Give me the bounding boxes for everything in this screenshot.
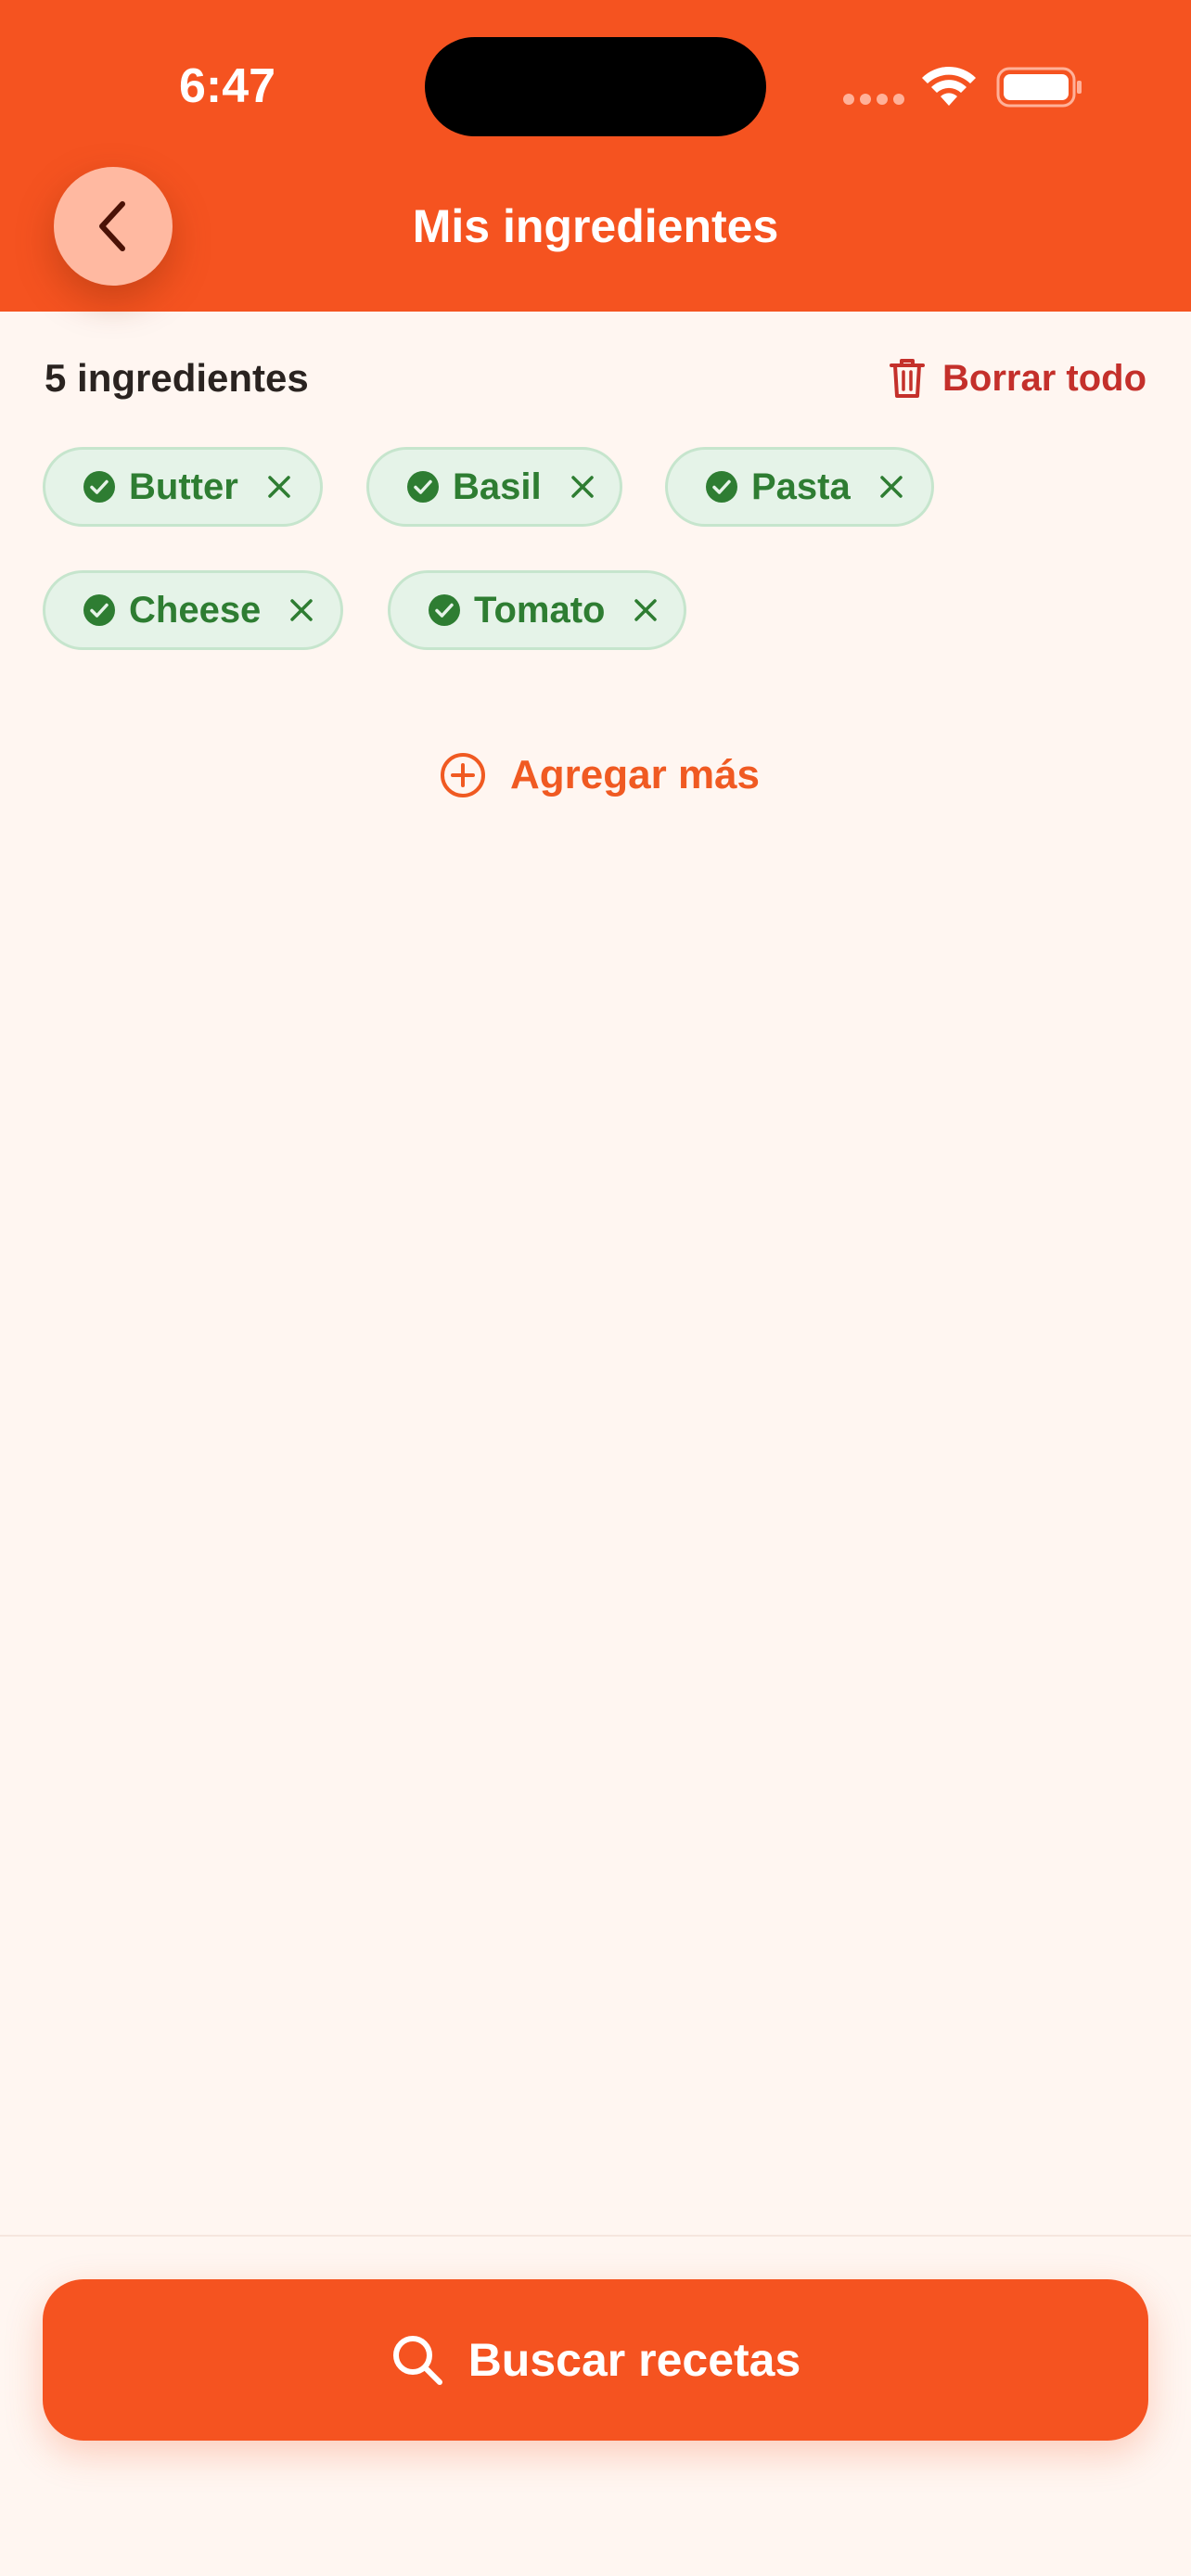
- screen: 6:47 Mis ingredientes 5 ingredientes Bor…: [0, 0, 1191, 2576]
- ingredient-chip-cheese[interactable]: Cheese: [43, 570, 343, 650]
- check-circle-icon: [83, 471, 115, 503]
- ingredient-chip-butter[interactable]: Butter: [43, 447, 323, 527]
- search-icon: [392, 2336, 442, 2385]
- check-circle-icon: [706, 471, 737, 503]
- wifi-icon: [922, 66, 976, 106]
- chip-label: Basil: [453, 465, 542, 507]
- trash-icon: [890, 359, 925, 398]
- clear-all-button[interactable]: Borrar todo: [889, 349, 1146, 408]
- app-header: 6:47 Mis ingredientes: [0, 0, 1191, 312]
- battery-icon: [996, 67, 1082, 108]
- close-icon[interactable]: [878, 474, 904, 500]
- ingredient-count: 5 ingredientes: [45, 356, 309, 400]
- check-circle-icon: [83, 594, 115, 626]
- signal-icon: [843, 94, 904, 105]
- dynamic-island: [425, 37, 766, 136]
- chip-label: Pasta: [751, 465, 851, 507]
- close-icon[interactable]: [570, 474, 596, 500]
- clear-all-label: Borrar todo: [942, 357, 1146, 399]
- check-circle-icon: [429, 594, 460, 626]
- ingredient-chip-basil[interactable]: Basil: [366, 447, 622, 527]
- ingredient-chip-tomato[interactable]: Tomato: [388, 570, 686, 650]
- chip-label: Cheese: [129, 589, 262, 631]
- add-more-label: Agregar más: [510, 752, 761, 797]
- back-button[interactable]: [54, 167, 173, 286]
- search-recipes-label: Buscar recetas: [467, 2334, 801, 2386]
- search-recipes-button[interactable]: Buscar recetas: [43, 2279, 1148, 2441]
- ingredient-chip-pasta[interactable]: Pasta: [665, 447, 934, 527]
- back-chevron-icon: [99, 201, 125, 251]
- page-title: Mis ingredientes: [412, 200, 779, 252]
- close-icon[interactable]: [633, 597, 659, 623]
- bottom-divider: [0, 2235, 1191, 2237]
- check-circle-icon: [407, 471, 439, 503]
- plus-circle-icon: [441, 753, 485, 797]
- add-more-button[interactable]: Agregar más: [440, 742, 760, 809]
- chip-label: Butter: [129, 465, 238, 507]
- close-icon[interactable]: [288, 597, 314, 623]
- close-icon[interactable]: [266, 474, 292, 500]
- status-time: 6:47: [178, 59, 276, 113]
- chip-label: Tomato: [474, 589, 606, 631]
